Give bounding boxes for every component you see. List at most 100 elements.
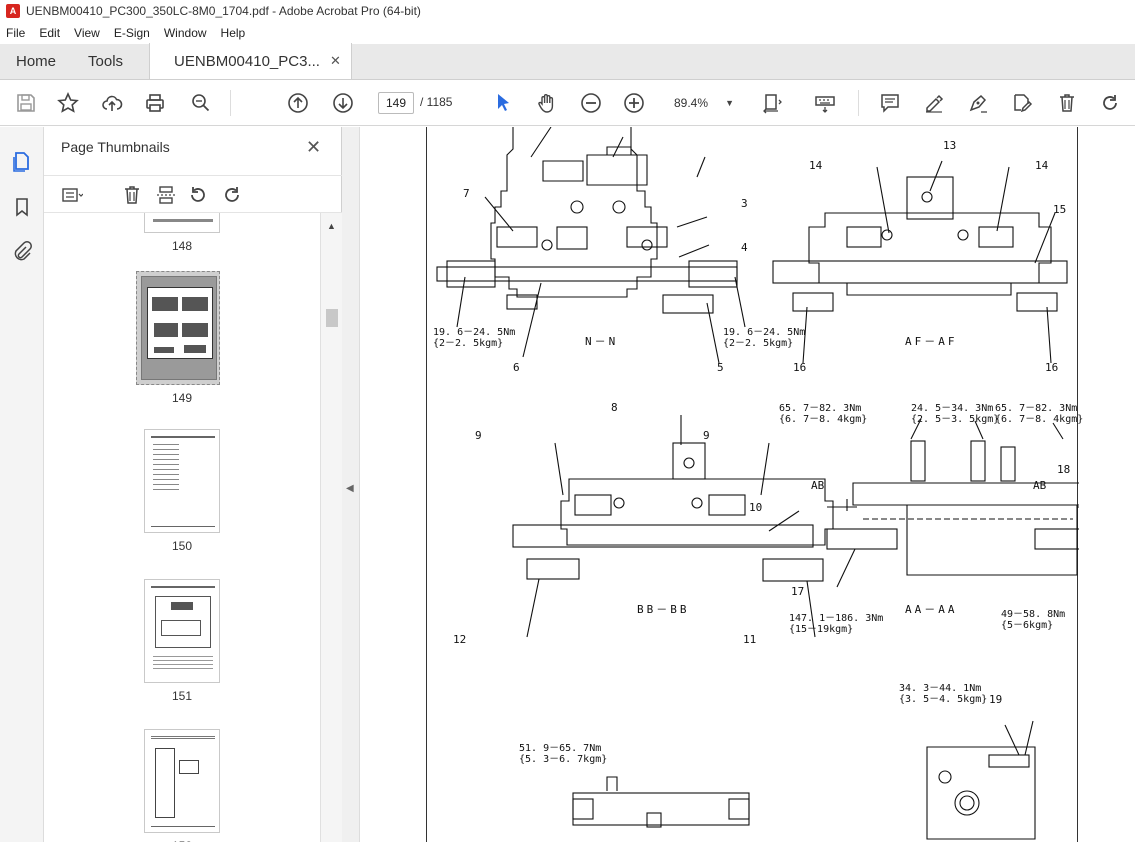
redo-icon[interactable]	[1098, 91, 1122, 115]
callout-number: 7	[463, 187, 470, 200]
chevron-left-icon[interactable]: ◀	[346, 483, 354, 494]
callout-number: 3	[741, 197, 748, 210]
panel-collapse-strip[interactable]: ◀	[342, 127, 360, 842]
callout-number: AB	[1033, 479, 1047, 492]
save-icon[interactable]	[14, 91, 38, 115]
menu-help[interactable]: Help	[221, 26, 246, 40]
extract-pages-icon[interactable]	[154, 183, 178, 207]
page-thumbnails-icon[interactable]	[10, 149, 34, 173]
select-cursor-icon[interactable]	[491, 91, 515, 115]
callout-number: 16	[793, 361, 807, 374]
callout-number: 15	[1053, 203, 1067, 216]
thumbnail-151[interactable]: 151	[140, 579, 224, 703]
previous-page-icon[interactable]	[286, 91, 310, 115]
edit-pdf-icon[interactable]	[1010, 91, 1034, 115]
callout-number: 17	[791, 585, 805, 598]
menu-edit[interactable]: Edit	[39, 26, 60, 40]
tab-document[interactable]: UENBM00410_PC3... ✕	[149, 43, 352, 79]
callout-number: 9	[475, 429, 482, 442]
document-viewer[interactable]: N－N AF－AF BB－BB AA－AA 19. 6－24. 5Nm {2－2…	[360, 127, 1135, 842]
section-title-bbbb: BB－BB	[637, 603, 690, 616]
zoom-in-icon[interactable]	[622, 91, 646, 115]
rotate-counterclockwise-icon[interactable]	[186, 183, 210, 207]
page-thumbnails-panel: Page Thumbnails ✕ 148 149 150 151 ▲	[44, 127, 342, 842]
callout-number: 16	[1045, 361, 1059, 374]
zoom-level-select[interactable]: 89.4% ▼	[668, 92, 740, 114]
torque-label: 19. 6－24. 5Nm {2－2. 5kgm}	[723, 327, 806, 349]
callout-number: 8	[611, 401, 618, 414]
tab-home[interactable]: Home	[0, 43, 72, 79]
tab-bar: Home Tools UENBM00410_PC3... ✕	[0, 43, 1135, 80]
chevron-down-icon: ▼	[725, 98, 734, 108]
callout-number: 9	[703, 429, 710, 442]
tab-document-label: UENBM00410_PC3...	[174, 52, 320, 70]
tab-tools[interactable]: Tools	[72, 43, 139, 79]
callout-number: 14	[809, 159, 823, 172]
menu-esign[interactable]: E-Sign	[114, 26, 150, 40]
section-title-afaf: AF－AF	[905, 335, 958, 348]
upload-cloud-icon[interactable]	[100, 91, 124, 115]
thumbnail-label: 150	[171, 539, 193, 553]
zoom-out-icon[interactable]	[579, 91, 603, 115]
callout-number: 11	[743, 633, 757, 646]
zoom-level-value: 89.4%	[674, 96, 709, 110]
thumbnail-page-image	[141, 276, 217, 380]
rotate-clockwise-icon[interactable]	[220, 183, 244, 207]
menu-view[interactable]: View	[74, 26, 100, 40]
menu-file[interactable]: File	[6, 26, 25, 40]
delete-trash-icon[interactable]	[1055, 91, 1079, 115]
thumbnail-page-image	[144, 213, 220, 233]
zoom-search-icon[interactable]	[189, 91, 213, 115]
menu-window[interactable]: Window	[164, 26, 207, 40]
hand-tool-icon[interactable]	[535, 91, 559, 115]
close-icon[interactable]: ✕	[306, 137, 321, 158]
thumbnail-tools	[44, 175, 342, 213]
page-total: / 1185	[420, 95, 453, 109]
torque-label: 51. 9－65. 7Nm {5. 3－6. 7kgm}	[519, 743, 608, 765]
attachment-paperclip-icon[interactable]	[10, 239, 34, 263]
thumbnail-label: 151	[171, 689, 193, 703]
thumbnail-page-image	[144, 729, 220, 833]
scrollbar-thumb[interactable]	[326, 309, 338, 327]
star-icon[interactable]	[56, 91, 80, 115]
sign-pen-icon[interactable]	[966, 91, 990, 115]
thumbnail-152[interactable]: 152	[140, 729, 224, 842]
torque-label: 65. 7－82. 3Nm {6. 7－8. 4kgm}	[779, 403, 868, 425]
print-icon[interactable]	[143, 91, 167, 115]
torque-label: 19. 6－24. 5Nm {2－2. 5kgm}	[433, 327, 516, 349]
chevron-up-icon[interactable]: ▲	[327, 221, 336, 231]
torque-label: 65. 7－82. 3Nm {6. 7－8. 4kgm}	[995, 403, 1084, 425]
bookmark-icon[interactable]	[10, 195, 34, 219]
title-bar: A UENBM00410_PC300_350LC-8M0_1704.pdf - …	[0, 0, 1135, 22]
callout-number: 10	[749, 501, 763, 514]
callout-number: 13	[943, 139, 957, 152]
thumbnail-label: 149	[171, 391, 193, 405]
keyboard-scroll-icon[interactable]	[813, 91, 837, 115]
callout-number: 19	[989, 693, 1003, 706]
callout-number: 12	[453, 633, 467, 646]
callout-number: 6	[513, 361, 520, 374]
comment-icon[interactable]	[878, 91, 902, 115]
callout-number: 4	[741, 241, 748, 254]
toolbar: 149 / 1185 89.4% ▼	[0, 80, 1135, 126]
page-number-input[interactable]: 149	[378, 92, 414, 114]
thumbnail-list: 148 149 150 151	[44, 213, 320, 842]
torque-label: 49－58. 8Nm {5－6kgm}	[1001, 609, 1066, 631]
close-icon[interactable]: ✕	[330, 53, 341, 69]
delete-trash-icon[interactable]	[120, 183, 144, 207]
thumbnail-150[interactable]: 150	[140, 429, 224, 553]
thumbnail-scrollbar[interactable]: ▲	[320, 213, 342, 842]
page-fit-icon[interactable]	[760, 91, 784, 115]
torque-label: 34. 3－44. 1Nm {3. 5－4. 5kgm}	[899, 683, 988, 705]
section-title-nn: N－N	[585, 335, 619, 348]
options-menu-icon[interactable]	[60, 183, 84, 207]
torque-label: 24. 5－34. 3Nm {2. 5－3. 5kgm}	[911, 403, 1000, 425]
next-page-icon[interactable]	[331, 91, 355, 115]
thumbnail-148[interactable]: 148	[140, 213, 224, 253]
thumbnail-149[interactable]: 149	[136, 271, 224, 405]
valve-cross-section-drawing	[436, 127, 1079, 840]
highlight-pen-icon[interactable]	[922, 91, 946, 115]
callout-number: 5	[717, 361, 724, 374]
window-title: UENBM00410_PC300_350LC-8M0_1704.pdf - Ad…	[26, 4, 421, 18]
callout-number: 14	[1035, 159, 1049, 172]
